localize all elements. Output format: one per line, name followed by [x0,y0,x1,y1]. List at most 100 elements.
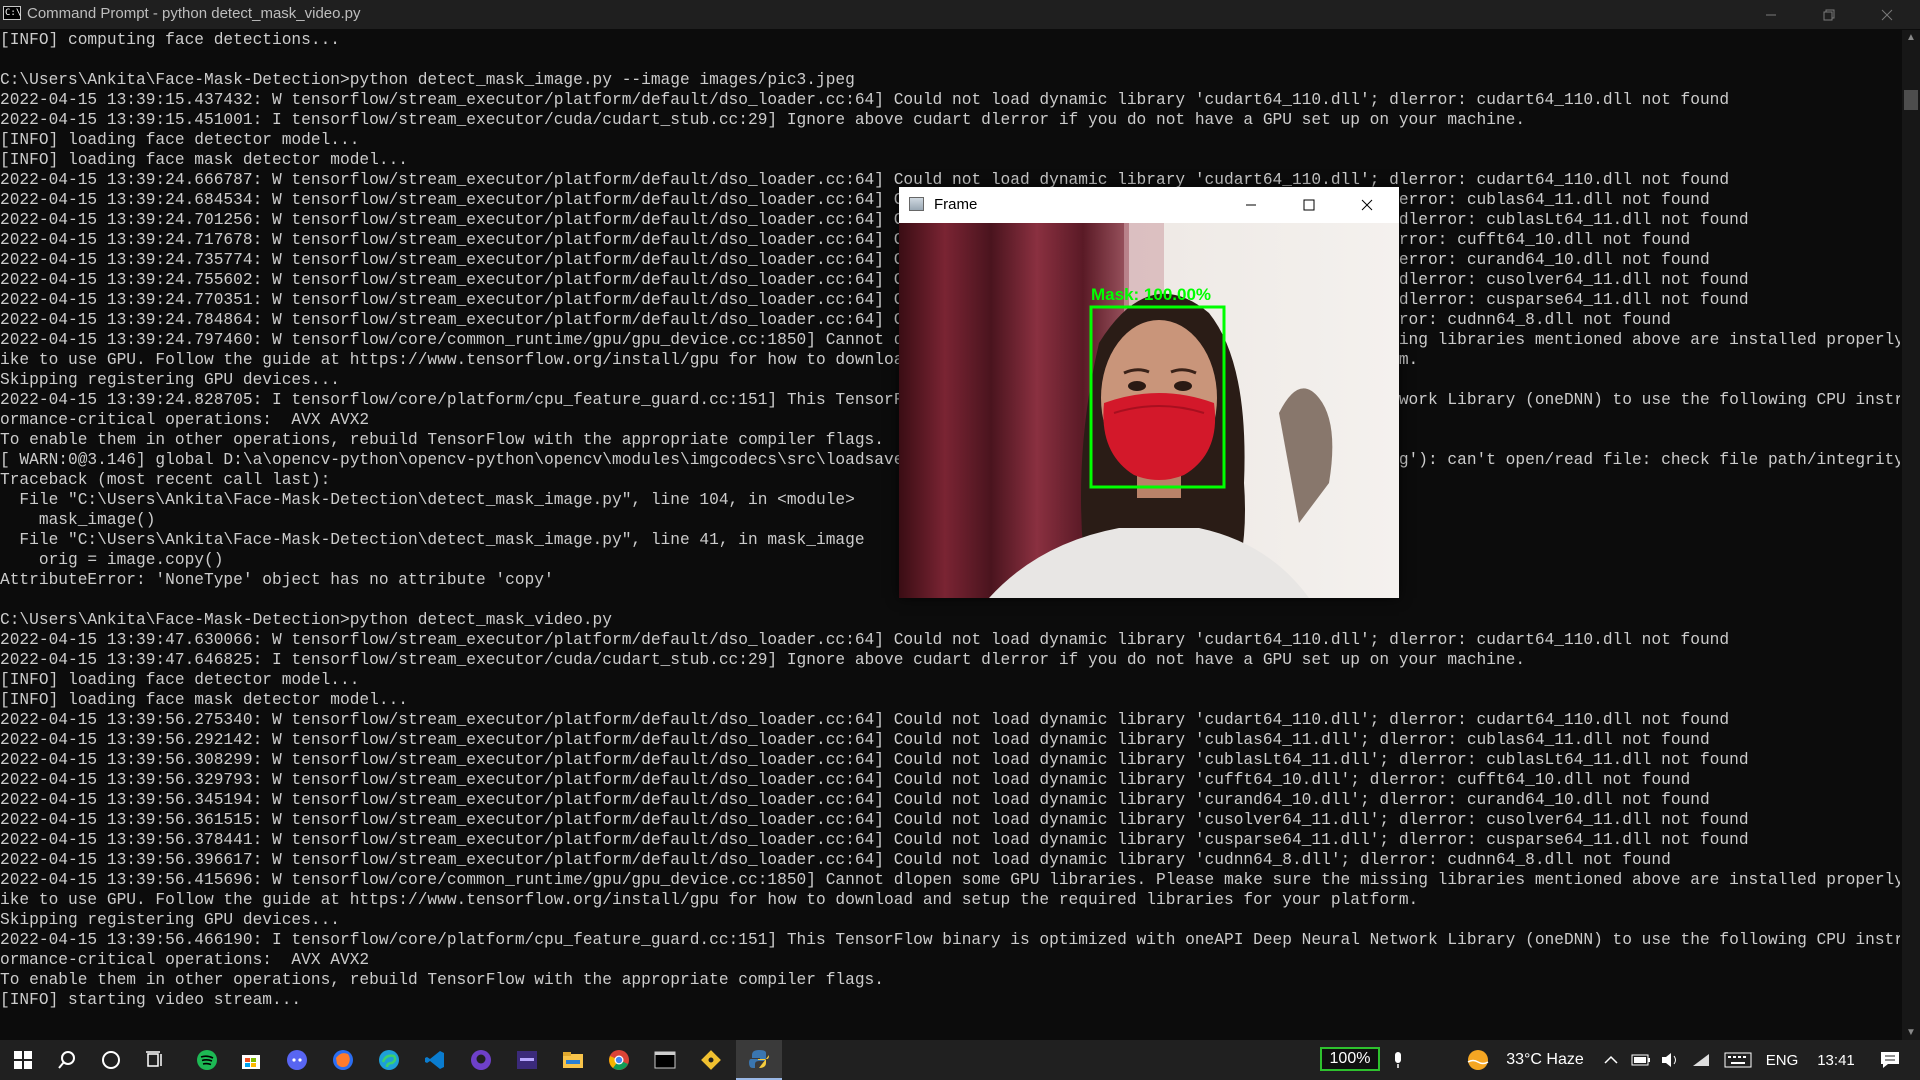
task-view-button[interactable] [136,1040,174,1080]
chevron-up-icon [1604,1055,1618,1064]
edge-icon [379,1050,399,1070]
console-line: 2022-04-15 13:39:56.345194: W tensorflow… [0,791,1710,809]
console-line: 2022-04-15 13:39:56.308299: W tensorflow… [0,751,1749,769]
webcam-image: Mask: 100.00% [899,223,1399,598]
microphone-tray[interactable] [1386,1040,1410,1080]
console-line: [INFO] starting video stream... [0,991,302,1009]
clock[interactable]: 13:41 [1808,1040,1864,1080]
firefox-icon [333,1050,353,1070]
taskbar-edge[interactable] [368,1040,410,1080]
taskbar-file-explorer[interactable] [552,1040,594,1080]
sun-haze-icon [1467,1050,1489,1070]
console-line: ormance-critical operations: AVX AVX2 [0,951,370,969]
console-line: [INFO] loading face mask detector model.… [0,691,408,709]
frame-titlebar[interactable]: Frame [899,187,1399,223]
weather-text[interactable]: 33°C Haze [1495,1040,1595,1080]
language-indicator[interactable]: ENG [1762,1040,1802,1080]
console-line: C:\Users\Ankita\Face-Mask-Detection>pyth… [0,611,612,629]
taskbar-store[interactable] [230,1040,272,1080]
scrollbar-thumb[interactable] [1904,90,1918,110]
cmd-app-icon: C:\ [3,6,22,20]
volume-tray[interactable] [1658,1040,1684,1080]
file-explorer-icon [563,1052,583,1068]
microphone-icon [1395,1052,1401,1068]
close-icon [1881,9,1893,20]
console-line: 2022-04-15 13:39:56.378441: W tensorflow… [0,831,1749,849]
taskbar-github[interactable] [460,1040,502,1080]
console-line: [INFO] computing face detections... [0,31,340,49]
battery-percent-badge[interactable]: 100% [1320,1047,1380,1071]
frame-minimize-button[interactable] [1222,187,1280,223]
search-icon [58,1051,75,1069]
spotify-icon [197,1050,217,1070]
console-line: ike to use GPU. Follow the guide at http… [0,891,1419,909]
touch-keyboard-tray[interactable] [1720,1040,1756,1080]
console-line: C:\Users\Ankita\Face-Mask-Detection>pyth… [0,71,855,89]
console-line: 2022-04-15 13:39:56.415696: W tensorflow… [0,871,1900,889]
cortana-icon [102,1051,120,1069]
taskbar-terminal[interactable] [644,1040,686,1080]
console-line: 2022-04-15 13:39:56.292142: W tensorflow… [0,731,1710,749]
weather-tray[interactable] [1464,1040,1492,1080]
console-line: 2022-04-15 13:39:15.437432: W tensorflow… [0,91,1730,109]
close-icon [1361,199,1373,211]
taskbar-vscode[interactable] [414,1040,456,1080]
battery-icon [1631,1054,1650,1066]
close-button[interactable] [1858,0,1916,29]
console-line: 2022-04-15 13:39:56.396617: W tensorflow… [0,851,1671,869]
console-line: Skipping registering GPU devices... [0,911,340,929]
github-icon [471,1050,491,1070]
notifications-button[interactable] [1870,1040,1910,1080]
minimize-icon [1246,204,1256,206]
console-line: 2022-04-15 13:39:56.275340: W tensorflow… [0,711,1730,729]
frame-close-button[interactable] [1338,187,1396,223]
video-frame: Mask: 100.00% [899,223,1399,598]
taskbar-firefox[interactable] [322,1040,364,1080]
start-icon [14,1051,32,1069]
taskbar-spotify[interactable] [186,1040,228,1080]
console-line: To enable them in other operations, rebu… [0,971,884,989]
console-line: [INFO] loading face mask detector model.… [0,151,408,169]
wifi-tray[interactable] [1688,1040,1714,1080]
task-view-icon [146,1051,162,1067]
console-line: 2022-04-15 13:39:56.466190: I tensorflow… [0,931,1900,949]
wifi-icon [1693,1054,1709,1066]
taskbar-python-active[interactable] [736,1040,782,1080]
frame-window[interactable]: Frame Mask: 100.00% [899,187,1399,598]
chrome-icon [609,1050,629,1070]
music-app-icon [517,1051,537,1069]
minimize-button[interactable] [1742,0,1800,29]
keyboard-icon [1724,1052,1752,1068]
taskbar-music-app[interactable] [506,1040,548,1080]
store-icon [242,1055,260,1069]
frame-title: Frame [934,196,978,213]
taskbar-git[interactable] [690,1040,732,1080]
window-title: Command Prompt - python detect_mask_vide… [27,5,361,22]
detection-label: Mask: 100.00% [1091,285,1211,304]
taskbar: 100% 33°C Haze ENG 13:41 [0,1040,1920,1080]
frame-maximize-button[interactable] [1280,187,1338,223]
scroll-up-icon[interactable]: ▲ [1902,32,1920,43]
console-scrollbar[interactable]: ▲ ▼ [1902,30,1920,1040]
battery-tray[interactable] [1628,1040,1654,1080]
console-line: [INFO] loading face detector model... [0,671,360,689]
start-button[interactable] [4,1040,42,1080]
restore-button[interactable] [1800,0,1858,29]
search-button[interactable] [48,1040,86,1080]
terminal-icon [654,1051,676,1069]
minimize-icon [1766,14,1776,15]
frame-app-icon [909,197,924,211]
console-line: 2022-04-15 13:39:15.451001: I tensorflow… [0,111,1526,129]
speaker-icon [1662,1053,1676,1067]
console-line: 2022-04-15 13:39:47.630066: W tensorflow… [0,631,1730,649]
taskbar-chrome[interactable] [598,1040,640,1080]
show-hidden-icons-button[interactable] [1598,1040,1624,1080]
notification-icon [1881,1052,1899,1068]
taskbar-discord[interactable] [276,1040,318,1080]
scroll-down-icon[interactable]: ▼ [1902,1027,1920,1038]
cortana-button[interactable] [92,1040,130,1080]
console-line: 2022-04-15 13:39:47.646825: I tensorflow… [0,651,1526,669]
restore-icon [1823,9,1835,20]
python-icon [749,1050,769,1068]
